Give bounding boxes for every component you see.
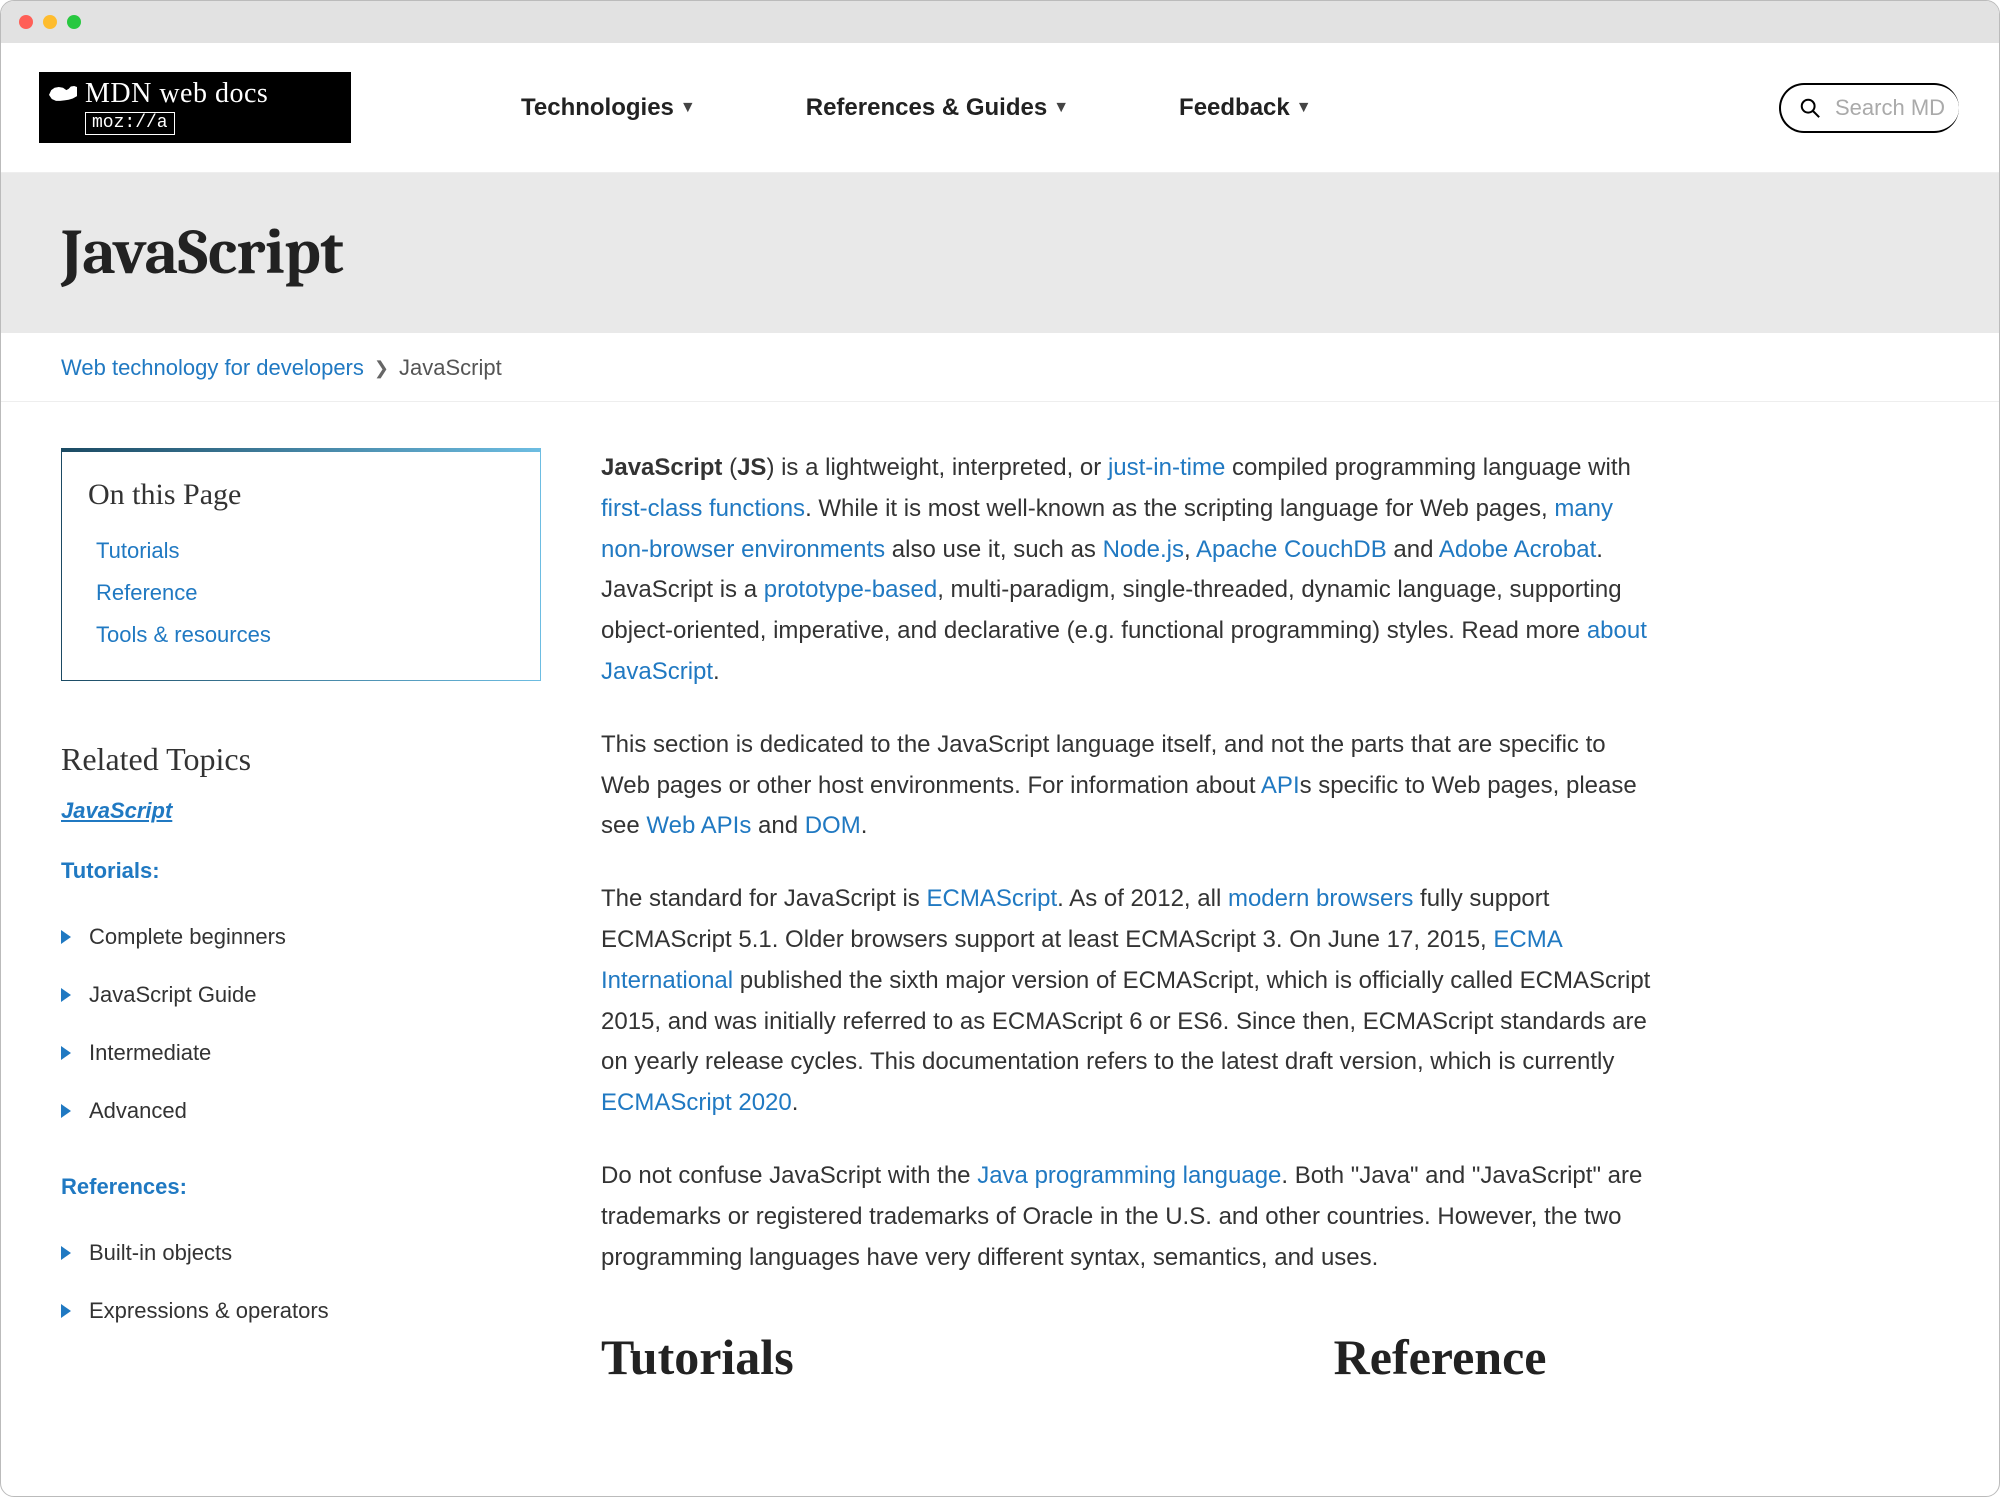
logo-sub-text: moz://a bbox=[85, 112, 175, 136]
breadcrumb-link[interactable]: Web technology for developers bbox=[61, 355, 364, 381]
caret-down-icon: ▼ bbox=[1053, 99, 1069, 117]
triangle-right-icon bbox=[61, 930, 71, 944]
link-web-apis[interactable]: Web APIs bbox=[646, 812, 751, 839]
related-topics: Related Topics JavaScript Tutorials: Com… bbox=[61, 741, 541, 1340]
bold-text: JavaScript bbox=[601, 454, 722, 481]
bold-text: JS bbox=[737, 454, 766, 481]
top-nav: MDN web docs moz://a Technologies ▼ Refe… bbox=[1, 43, 1999, 173]
hero-banner: JavaScript bbox=[1, 173, 1999, 333]
caret-down-icon: ▼ bbox=[1296, 99, 1312, 117]
breadcrumb: Web technology for developers ❯ JavaScri… bbox=[1, 333, 1999, 402]
sidebar-item-label: Expressions & operators bbox=[89, 1298, 329, 1324]
caret-down-icon: ▼ bbox=[680, 99, 696, 117]
related-heading: Related Topics bbox=[61, 741, 541, 778]
mdn-logo[interactable]: MDN web docs moz://a bbox=[39, 72, 351, 144]
sidebar: On this Page Tutorials Reference Tools &… bbox=[61, 448, 541, 1495]
page-title: JavaScript bbox=[61, 215, 1939, 289]
sidebar-item-builtin-objects[interactable]: Built-in objects bbox=[61, 1224, 541, 1282]
sidebar-item-label: JavaScript Guide bbox=[89, 982, 257, 1008]
otp-link-reference[interactable]: Reference bbox=[88, 572, 514, 614]
related-section-references: References: bbox=[61, 1174, 541, 1200]
sidebar-item-label: Advanced bbox=[89, 1098, 187, 1124]
window-close-button[interactable] bbox=[19, 15, 33, 29]
article-content: JavaScript (JS) is a lightweight, interp… bbox=[601, 448, 1979, 1495]
browser-window: MDN web docs moz://a Technologies ▼ Refe… bbox=[0, 0, 2000, 1497]
link-modern-browsers[interactable]: modern browsers bbox=[1228, 885, 1413, 912]
intro-paragraph-4: Do not confuse JavaScript with the Java … bbox=[601, 1156, 1661, 1278]
sidebar-item-label: Complete beginners bbox=[89, 924, 286, 950]
link-java-language[interactable]: Java programming language bbox=[977, 1162, 1281, 1189]
breadcrumb-current: JavaScript bbox=[399, 355, 502, 381]
triangle-right-icon bbox=[61, 1046, 71, 1060]
nav-label: Feedback bbox=[1179, 94, 1290, 122]
window-titlebar bbox=[1, 1, 1999, 43]
link-couchdb[interactable]: Apache CouchDB bbox=[1196, 536, 1387, 563]
link-prototype-based[interactable]: prototype-based bbox=[764, 576, 937, 603]
intro-paragraph-1: JavaScript (JS) is a lightweight, interp… bbox=[601, 448, 1661, 693]
search-box[interactable] bbox=[1779, 83, 1959, 133]
link-api[interactable]: API bbox=[1261, 772, 1300, 799]
sidebar-item-intermediate[interactable]: Intermediate bbox=[61, 1024, 541, 1082]
sidebar-item-label: Built-in objects bbox=[89, 1240, 232, 1266]
section-heading-tutorials: Tutorials bbox=[601, 1328, 794, 1386]
otp-link-tools[interactable]: Tools & resources bbox=[88, 614, 514, 656]
main-area: On this Page Tutorials Reference Tools &… bbox=[1, 402, 1999, 1495]
window-maximize-button[interactable] bbox=[67, 15, 81, 29]
otp-link-tutorials[interactable]: Tutorials bbox=[88, 530, 514, 572]
link-ecmascript-2020[interactable]: ECMAScript 2020 bbox=[601, 1089, 792, 1116]
related-section-tutorials: Tutorials: bbox=[61, 858, 541, 884]
dino-icon bbox=[49, 82, 77, 106]
triangle-right-icon bbox=[61, 1246, 71, 1260]
link-jit[interactable]: just-in-time bbox=[1108, 454, 1225, 481]
section-headings-row: Tutorials Reference bbox=[601, 1328, 1969, 1386]
nav-items: Technologies ▼ References & Guides ▼ Fee… bbox=[521, 94, 1312, 122]
sidebar-item-javascript-guide[interactable]: JavaScript Guide bbox=[61, 966, 541, 1024]
triangle-right-icon bbox=[61, 988, 71, 1002]
search-icon bbox=[1799, 97, 1821, 119]
nav-technologies[interactable]: Technologies ▼ bbox=[521, 94, 696, 122]
link-first-class-functions[interactable]: first-class functions bbox=[601, 495, 805, 522]
link-nodejs[interactable]: Node.js bbox=[1103, 536, 1184, 563]
section-heading-reference: Reference bbox=[1334, 1328, 1547, 1386]
window-minimize-button[interactable] bbox=[43, 15, 57, 29]
link-adobe-acrobat[interactable]: Adobe Acrobat bbox=[1439, 536, 1596, 563]
search-input[interactable] bbox=[1835, 95, 1959, 121]
on-this-page-card: On this Page Tutorials Reference Tools &… bbox=[61, 448, 541, 681]
chevron-right-icon: ❯ bbox=[374, 358, 389, 379]
link-ecmascript[interactable]: ECMAScript bbox=[926, 885, 1057, 912]
intro-paragraph-2: This section is dedicated to the JavaScr… bbox=[601, 725, 1661, 847]
nav-references-guides[interactable]: References & Guides ▼ bbox=[806, 94, 1069, 122]
sidebar-item-label: Intermediate bbox=[89, 1040, 211, 1066]
nav-label: Technologies bbox=[521, 94, 674, 122]
otp-heading: On this Page bbox=[88, 478, 514, 512]
triangle-right-icon bbox=[61, 1304, 71, 1318]
otp-list: Tutorials Reference Tools & resources bbox=[88, 530, 514, 656]
nav-label: References & Guides bbox=[806, 94, 1047, 122]
sidebar-item-advanced[interactable]: Advanced bbox=[61, 1082, 541, 1140]
sidebar-item-expressions-operators[interactable]: Expressions & operators bbox=[61, 1282, 541, 1340]
intro-paragraph-3: The standard for JavaScript is ECMAScrip… bbox=[601, 879, 1661, 1124]
logo-main-text: MDN web docs bbox=[85, 78, 268, 110]
triangle-right-icon bbox=[61, 1104, 71, 1118]
link-dom[interactable]: DOM bbox=[805, 812, 861, 839]
sidebar-item-complete-beginners[interactable]: Complete beginners bbox=[61, 908, 541, 966]
nav-feedback[interactable]: Feedback ▼ bbox=[1179, 94, 1312, 122]
related-top-link[interactable]: JavaScript bbox=[61, 798, 541, 824]
